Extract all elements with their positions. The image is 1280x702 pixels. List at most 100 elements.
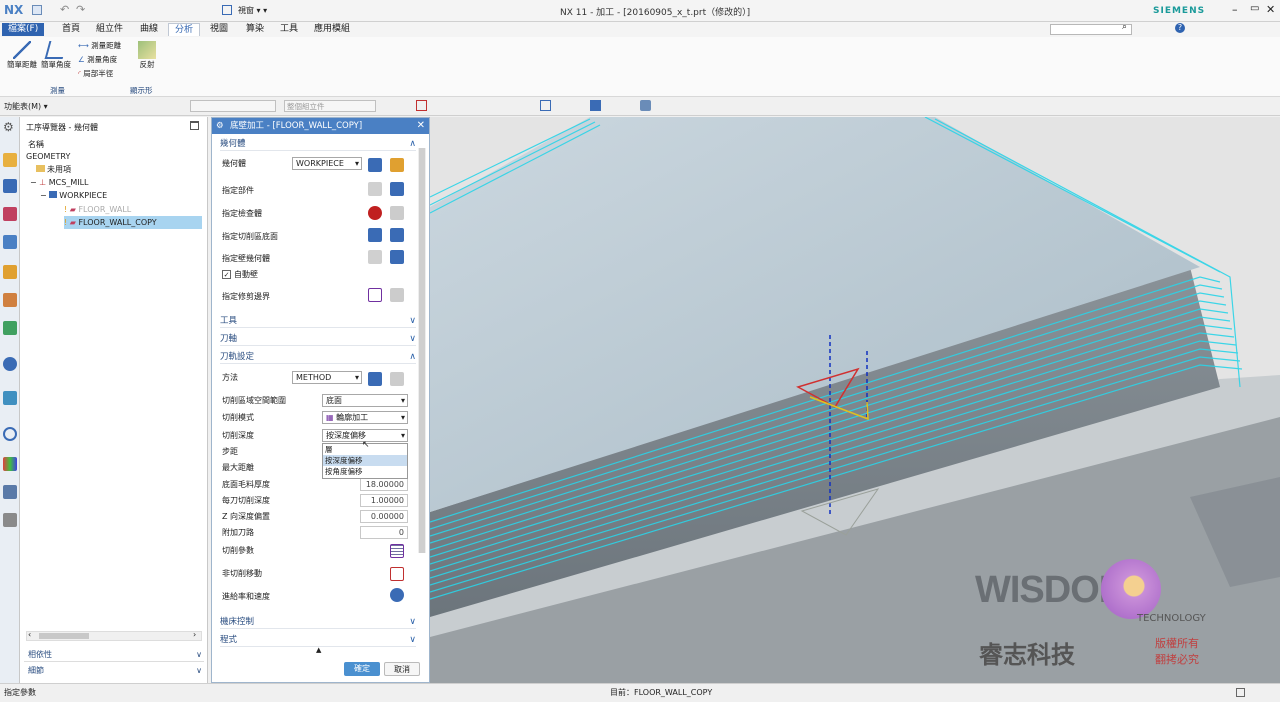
tree-item-unused[interactable]: 未用項 (36, 163, 71, 176)
feeds-speeds-icon[interactable] (390, 588, 404, 602)
horizontal-scrollbar[interactable]: ‹ › (26, 630, 202, 641)
dependencies-panel[interactable]: 相依性 ∨ (24, 648, 204, 662)
flashlight-icon[interactable] (390, 288, 404, 302)
auto-wall-checkbox[interactable]: ✓ 自動壁 (222, 268, 258, 282)
method-icon[interactable] (3, 235, 17, 249)
simple-angle-button[interactable]: 簡單角度 (40, 41, 72, 75)
role-icon[interactable] (3, 485, 17, 499)
minimize-icon[interactable]: – (1232, 3, 1238, 16)
menu-view[interactable]: 視圖 (204, 23, 234, 36)
cancel-button[interactable]: 取消 (384, 662, 420, 676)
section-tool[interactable]: 工具 ∨ (220, 314, 416, 328)
simple-distance-button[interactable]: 簡單距離 (6, 41, 38, 75)
menu-application[interactable]: 應用模組 (308, 23, 356, 36)
menu-assembly[interactable]: 組立件 (90, 23, 129, 36)
part-icon[interactable] (368, 182, 382, 196)
flashlight-icon[interactable] (390, 250, 404, 264)
cut-region-select[interactable]: 底面 (322, 394, 408, 407)
non-cutting-icon[interactable] (390, 567, 404, 581)
search-input[interactable] (1050, 24, 1132, 35)
measure-distance-button[interactable]: ⟷ 測量距離 (78, 40, 121, 52)
local-radius-button[interactable]: ◜ 局部半徑 (78, 68, 113, 80)
dialog-close-icon[interactable]: ✕ (417, 118, 425, 134)
section-axis[interactable]: 刀軸 ∨ (220, 332, 416, 346)
menu-tools[interactable]: 工具 (274, 23, 304, 36)
web-browser-icon[interactable] (3, 391, 17, 405)
info-icon[interactable] (3, 357, 17, 371)
scroll-left-icon[interactable]: ‹ (28, 630, 31, 639)
cut-mode-select[interactable]: ▦ 輪廓加工 (322, 411, 408, 424)
tree-item-mcs-mill[interactable]: − ⊥ MCS_MILL (30, 176, 89, 189)
scroll-thumb[interactable] (39, 633, 89, 639)
details-panel[interactable]: 細節 ∨ (24, 664, 204, 678)
shade-icon[interactable] (640, 100, 651, 111)
part-navigator-icon[interactable] (3, 265, 17, 279)
tree-item-floor-wall[interactable]: ! ▰ FLOOR_WALL (64, 203, 131, 216)
render-icon[interactable] (590, 100, 601, 111)
scroll-right-icon[interactable]: › (193, 630, 196, 639)
flashlight-icon[interactable] (390, 206, 404, 220)
cutting-params-icon[interactable] (390, 544, 404, 558)
flashlight-icon[interactable] (390, 182, 404, 196)
program-icon[interactable] (3, 207, 17, 221)
collapse-arrow-icon[interactable]: ▲ (316, 646, 321, 654)
operation-navigator-icon[interactable] (3, 153, 17, 167)
menu-curve[interactable]: 曲線 (134, 23, 164, 36)
ok-button[interactable]: 確定 (344, 662, 380, 676)
search-icon[interactable]: ⌕ (1122, 22, 1127, 32)
measure-angle-button[interactable]: ∠ 測量角度 (78, 54, 117, 66)
palette-icon[interactable] (3, 457, 17, 471)
scroll-thumb[interactable] (419, 148, 425, 553)
additional-passes-input[interactable]: 0 (360, 526, 408, 539)
trim-boundary-icon[interactable] (368, 288, 382, 302)
undo-icon[interactable]: ↶ (60, 3, 69, 16)
view-icon[interactable] (540, 100, 551, 111)
option-depth-offset[interactable]: 按深度偏移 (323, 455, 407, 466)
dialog-title-bar[interactable]: ⚙ 底壁加工 - [FLOOR_WALL_COPY] ✕ (212, 118, 429, 134)
new-method-icon[interactable] (368, 372, 382, 386)
reuse-library-icon[interactable] (3, 321, 17, 335)
section-machine-control[interactable]: 機床控制 ∨ (220, 615, 416, 629)
new-geometry-icon[interactable] (368, 158, 382, 172)
expand-icon[interactable]: − (30, 178, 39, 187)
window-menu[interactable]: 視窗 ▾ ▾ (238, 5, 267, 16)
snap-icon[interactable] (416, 100, 427, 111)
section-program[interactable]: 程式 ∨ (220, 633, 416, 647)
menu-home[interactable]: 首頁 (56, 23, 86, 36)
menu-render[interactable]: 算染 (240, 23, 270, 36)
check-body-icon[interactable] (368, 206, 382, 220)
settings-icon[interactable]: ⚙ (3, 120, 17, 134)
filter-select[interactable] (190, 100, 276, 112)
menu-analysis[interactable]: 分析 (168, 23, 201, 36)
depth-per-cut-input[interactable]: 1.00000 (360, 494, 408, 507)
navigator-maximize-icon[interactable] (190, 121, 199, 130)
method-select[interactable]: METHOD (292, 371, 362, 384)
tree-item-floor-wall-copy[interactable]: ! ▰ FLOOR_WALL_COPY (64, 216, 202, 229)
tree-item-geometry[interactable]: GEOMETRY (26, 150, 70, 163)
maximize-icon[interactable]: ▭ (1250, 3, 1259, 14)
floor-icon[interactable] (368, 228, 382, 242)
section-geometry[interactable]: 幾何體 ∧ (220, 137, 416, 151)
close-icon[interactable]: ✕ (1266, 3, 1275, 16)
wall-icon[interactable] (368, 250, 382, 264)
floor-stock-input[interactable]: 18.00000 (360, 478, 408, 491)
tree-item-workpiece[interactable]: − WORKPIECE (40, 189, 107, 202)
reflect-button[interactable]: 反射 (134, 41, 160, 75)
help-icon[interactable]: ? (1175, 23, 1185, 33)
expand-icon[interactable]: − (40, 191, 49, 200)
geometry-select[interactable]: WORKPIECE (292, 157, 362, 170)
edit-method-icon[interactable] (390, 372, 404, 386)
quick-access-toolbar[interactable]: ↶ ↷ (32, 3, 232, 17)
status-list-icon[interactable] (1236, 688, 1245, 697)
edit-geometry-icon[interactable] (390, 158, 404, 172)
save-icon[interactable] (32, 5, 42, 15)
graphics-viewport[interactable]: WISDOM TECHNOLOGY 睿志科技 版權所有 翻拷必究 (430, 117, 1280, 683)
history-icon[interactable] (3, 427, 17, 441)
option-angle-offset[interactable]: 按角度偏移 (323, 466, 407, 477)
redo-icon[interactable]: ↷ (76, 3, 85, 16)
assembly-navigator-icon[interactable] (3, 293, 17, 307)
dialog-scrollbar[interactable] (418, 148, 426, 553)
menu-button[interactable]: 功能表(M) ▾ (4, 101, 48, 112)
machine-tool-icon[interactable] (3, 179, 17, 193)
scope-select[interactable]: 整個組立件 (284, 100, 376, 112)
